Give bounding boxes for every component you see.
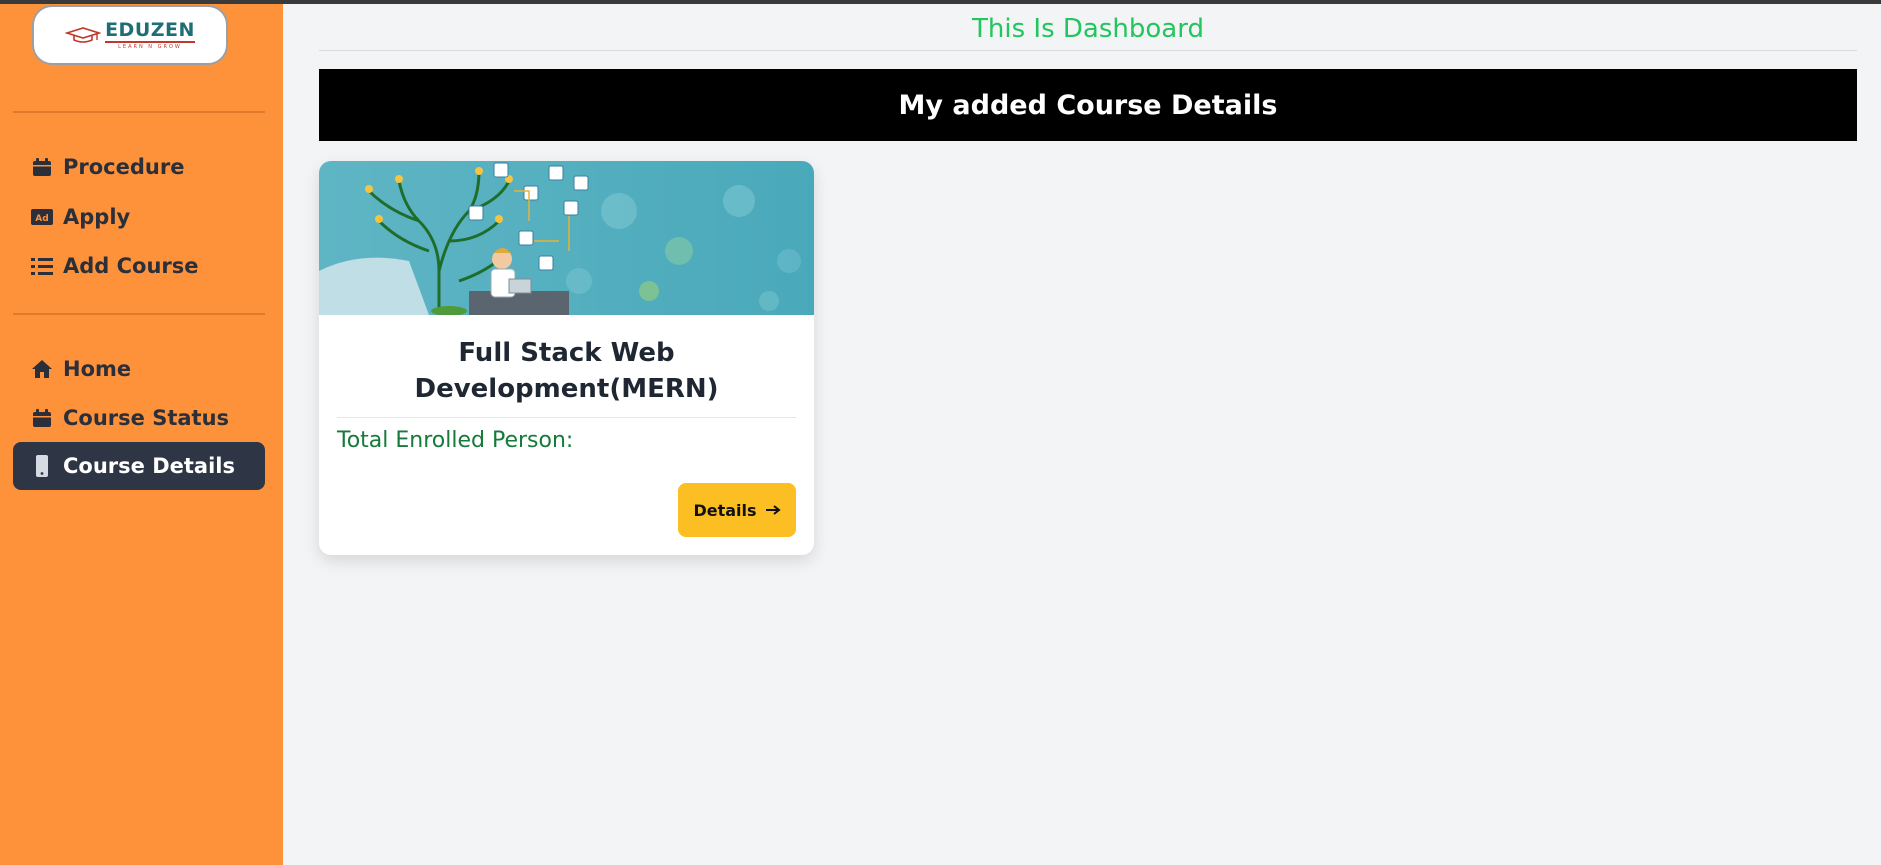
sidebar-item-label: Course Details bbox=[63, 454, 235, 478]
course-card: Full Stack Web Development(MERN) Total E… bbox=[319, 161, 814, 555]
sidebar-item-add-course[interactable]: Add Course bbox=[13, 242, 265, 290]
graduation-cap-icon bbox=[65, 27, 102, 43]
sidebar-item-label: Home bbox=[63, 357, 132, 381]
enrolled-count-label: Total Enrolled Person: bbox=[337, 428, 574, 453]
sidebar-item-apply[interactable]: Ad Apply bbox=[13, 193, 265, 241]
home-icon bbox=[31, 358, 53, 380]
course-title: Full Stack Web Development(MERN) bbox=[414, 338, 719, 404]
sidebar-divider bbox=[13, 313, 265, 315]
page-title: This Is Dashboard bbox=[972, 14, 1204, 44]
section-banner: My added Course Details bbox=[319, 69, 1857, 141]
logo-text: EDUZEN LEARN N GROW bbox=[105, 18, 195, 50]
svg-text:Ad: Ad bbox=[35, 214, 48, 224]
brand-tagline: LEARN N GROW bbox=[118, 43, 182, 50]
sidebar-divider bbox=[13, 111, 265, 113]
sidebar-item-label: Add Course bbox=[63, 254, 199, 278]
list-icon bbox=[31, 255, 53, 277]
arrow-right-icon bbox=[765, 505, 781, 515]
sidebar-item-course-details[interactable]: Course Details bbox=[13, 442, 265, 490]
calendar-icon bbox=[31, 156, 53, 178]
calendar-icon bbox=[31, 407, 53, 429]
sidebar-item-procedure[interactable]: Procedure bbox=[13, 143, 265, 191]
sidebar-item-course-status[interactable]: Course Status bbox=[13, 394, 265, 442]
sidebar-item-home[interactable]: Home bbox=[13, 345, 265, 393]
sidebar-item-label: Apply bbox=[63, 205, 131, 229]
sidebar-item-label: Procedure bbox=[63, 155, 185, 179]
sidebar: EDUZEN LEARN N GROW Procedure Ad Apply A… bbox=[0, 4, 283, 865]
brand-logo[interactable]: EDUZEN LEARN N GROW bbox=[32, 5, 228, 65]
details-button[interactable]: Details bbox=[678, 483, 796, 537]
sidebar-item-label: Course Status bbox=[63, 406, 230, 430]
ad-icon: Ad bbox=[31, 206, 53, 228]
mobile-icon bbox=[31, 455, 53, 477]
logo-inner: EDUZEN LEARN N GROW bbox=[65, 18, 195, 50]
section-banner-text: My added Course Details bbox=[898, 89, 1278, 121]
course-image bbox=[319, 161, 814, 315]
card-divider bbox=[337, 417, 796, 418]
details-button-label: Details bbox=[693, 500, 757, 520]
title-divider bbox=[319, 50, 1857, 51]
brand-name: EDUZEN bbox=[105, 18, 195, 43]
